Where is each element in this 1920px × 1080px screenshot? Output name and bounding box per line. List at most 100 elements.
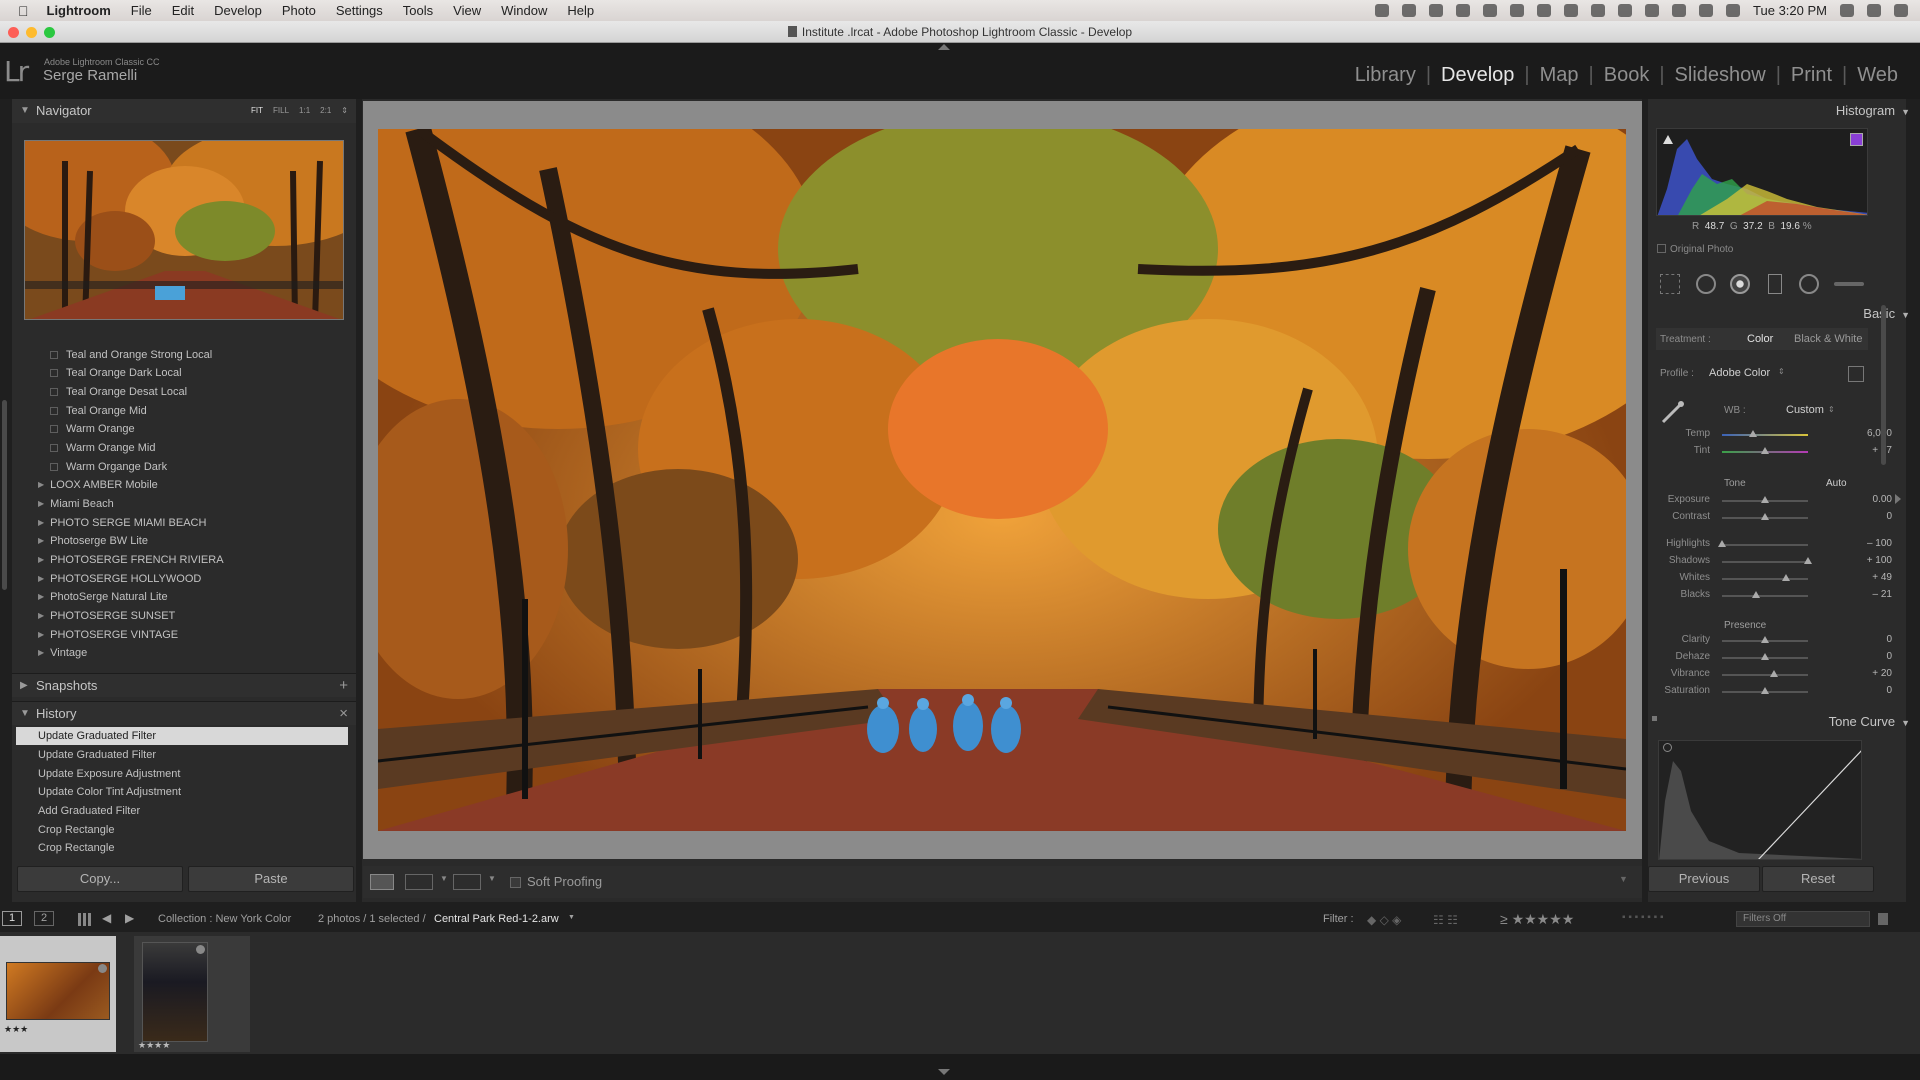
- zoom-1-1[interactable]: 1:1: [299, 99, 310, 123]
- reset-button[interactable]: Reset: [1762, 866, 1874, 892]
- menu-help[interactable]: Help: [557, 3, 604, 18]
- time-machine-icon[interactable]: [1645, 4, 1660, 17]
- history-item[interactable]: Update Graduated Filter: [16, 746, 348, 764]
- navigator-header[interactable]: ▼ Navigator FIT FILL 1:1 2:1 ⇕: [12, 99, 356, 123]
- slider-thumb[interactable]: [1761, 513, 1769, 520]
- preset-item[interactable]: Teal Orange Mid: [50, 405, 147, 417]
- history-item[interactable]: Update Graduated Filter: [16, 727, 348, 745]
- target-adjustment-icon[interactable]: [1663, 743, 1672, 752]
- dropdown-arrow-icon[interactable]: ⇕: [1778, 367, 1785, 376]
- tray-icon[interactable]: [1591, 4, 1606, 17]
- module-map[interactable]: Map: [1540, 64, 1579, 87]
- panel-collapse-arrow-bottom[interactable]: [938, 1069, 950, 1075]
- dropdown-arrow-icon[interactable]: ▼: [440, 874, 448, 883]
- slider-value[interactable]: 0: [1886, 685, 1892, 696]
- history-item[interactable]: Update Exposure Adjustment: [16, 765, 348, 783]
- preset-item[interactable]: Warm Orange Mid: [50, 442, 155, 454]
- preset-folder[interactable]: ▶ Vintage: [38, 647, 87, 659]
- histogram-header[interactable]: Histogram ▼: [1836, 103, 1910, 118]
- minimize-window-button[interactable]: [26, 27, 37, 38]
- slider-track[interactable]: [1722, 674, 1808, 676]
- left-panel-scrollbar[interactable]: [2, 400, 7, 590]
- zoom-menu-icon[interactable]: ⇕: [341, 99, 348, 123]
- preset-item[interactable]: Teal and Orange Strong Local: [50, 349, 212, 361]
- menu-file[interactable]: File: [121, 3, 162, 18]
- panel-collapse-arrow-top[interactable]: [938, 44, 950, 50]
- profile-select[interactable]: Adobe Color: [1709, 367, 1770, 379]
- dropdown-arrow-icon[interactable]: ⇕: [1828, 405, 1835, 414]
- history-header[interactable]: ▼ History ×: [12, 701, 356, 725]
- treatment-color[interactable]: Color: [1747, 333, 1773, 345]
- module-develop[interactable]: Develop: [1441, 64, 1514, 87]
- slider-temp[interactable]: Temp 6,020: [1648, 428, 1906, 442]
- slider-track[interactable]: [1722, 561, 1808, 563]
- module-library[interactable]: Library: [1355, 64, 1416, 87]
- tray-icon[interactable]: [1510, 4, 1525, 17]
- menu-app-lightroom[interactable]: Lightroom: [37, 3, 121, 18]
- slider-whites[interactable]: Whites + 49: [1648, 572, 1906, 586]
- preset-folder[interactable]: ▶ Miami Beach: [38, 498, 114, 510]
- slider-value[interactable]: – 100: [1867, 538, 1892, 549]
- menu-view[interactable]: View: [443, 3, 491, 18]
- zoom-2-1[interactable]: 2:1: [320, 99, 331, 123]
- tone-curve-header[interactable]: Tone Curve ▼: [1829, 714, 1910, 729]
- preset-folder[interactable]: ▶ PhotoSerge Natural Lite: [38, 591, 168, 603]
- slider-thumb[interactable]: [1761, 653, 1769, 660]
- preset-folder[interactable]: ▶ PHOTOSERGE FRENCH RIVIERA: [38, 554, 224, 566]
- flag-filter-icons[interactable]: ◆ ◇ ◈: [1367, 913, 1401, 927]
- slider-thumb[interactable]: [1769, 670, 1778, 677]
- filmstrip-thumbnail[interactable]: ★★★★: [134, 936, 250, 1052]
- slider-value[interactable]: + 49: [1872, 572, 1892, 583]
- slider-value[interactable]: – 21: [1873, 589, 1892, 600]
- tone-curve-graph[interactable]: [1658, 740, 1862, 860]
- edit-filter-icons[interactable]: ☷ ☷: [1433, 913, 1458, 927]
- preset-folder[interactable]: ▶ PHOTOSERGE VINTAGE: [38, 629, 178, 641]
- search-icon[interactable]: [1840, 4, 1854, 17]
- before-after-view-icon[interactable]: [405, 874, 433, 890]
- wb-select[interactable]: Custom: [1786, 404, 1824, 416]
- panel-switch-icon[interactable]: [1652, 716, 1657, 721]
- slider-thumb[interactable]: [1781, 574, 1790, 581]
- crop-tool-icon[interactable]: [1660, 274, 1680, 294]
- slider-shadows[interactable]: Shadows + 100: [1648, 555, 1906, 569]
- preset-item[interactable]: Teal Orange Desat Local: [50, 386, 187, 398]
- module-print[interactable]: Print: [1791, 64, 1832, 87]
- navigator-preview[interactable]: [24, 140, 344, 320]
- loupe-view-icon[interactable]: [370, 874, 394, 890]
- slider-highlights[interactable]: Highlights – 100: [1648, 538, 1906, 552]
- radial-filter-icon[interactable]: [1799, 274, 1819, 294]
- color-filter-icons[interactable]: ▪ ▪ ▪ ▪ ▪ ▪ ▪: [1622, 912, 1663, 923]
- history-item[interactable]: Crop Rectangle: [16, 821, 348, 839]
- tray-icon[interactable]: [1537, 4, 1552, 17]
- treatment-black-white[interactable]: Black & White: [1794, 333, 1862, 345]
- slider-thumb[interactable]: [1761, 447, 1769, 454]
- preset-item[interactable]: Warm Orange: [50, 423, 135, 435]
- close-window-button[interactable]: [8, 27, 19, 38]
- add-snapshot-button[interactable]: +: [339, 674, 348, 698]
- module-web[interactable]: Web: [1857, 64, 1898, 87]
- filter-lock-icon[interactable]: [1878, 913, 1888, 925]
- red-eye-icon[interactable]: [1730, 274, 1750, 294]
- slider-value[interactable]: + 20: [1872, 668, 1892, 679]
- adjustment-brush-icon[interactable]: [1834, 282, 1864, 286]
- slider-exposure[interactable]: Exposure 0.00: [1648, 494, 1906, 508]
- paste-button[interactable]: Paste: [188, 866, 354, 892]
- menu-tools[interactable]: Tools: [393, 3, 443, 18]
- main-photo[interactable]: [378, 129, 1626, 831]
- tray-icon[interactable]: [1618, 4, 1633, 17]
- preset-item[interactable]: Teal Orange Dark Local: [50, 367, 182, 379]
- highlight-clipping-indicator[interactable]: [1850, 133, 1863, 146]
- rating-filter-stars[interactable]: ≥ ★★★★★: [1500, 911, 1574, 928]
- zoom-fit[interactable]: FIT: [251, 99, 263, 123]
- right-edge-collapse-arrow[interactable]: [1895, 494, 1901, 504]
- slider-tint[interactable]: Tint + 27: [1648, 445, 1906, 459]
- preset-folder[interactable]: ▶ PHOTOSERGE SUNSET: [38, 610, 175, 622]
- slider-vibrance[interactable]: Vibrance + 20: [1648, 668, 1906, 682]
- tray-icon[interactable]: [1564, 4, 1579, 17]
- history-item[interactable]: Crop Rectangle: [16, 839, 348, 857]
- slider-clarity[interactable]: Clarity 0: [1648, 634, 1906, 648]
- slider-thumb[interactable]: [1761, 636, 1769, 643]
- zoom-window-button[interactable]: [44, 27, 55, 38]
- list-icon[interactable]: [1894, 4, 1908, 17]
- window-1-button[interactable]: 1: [2, 911, 22, 926]
